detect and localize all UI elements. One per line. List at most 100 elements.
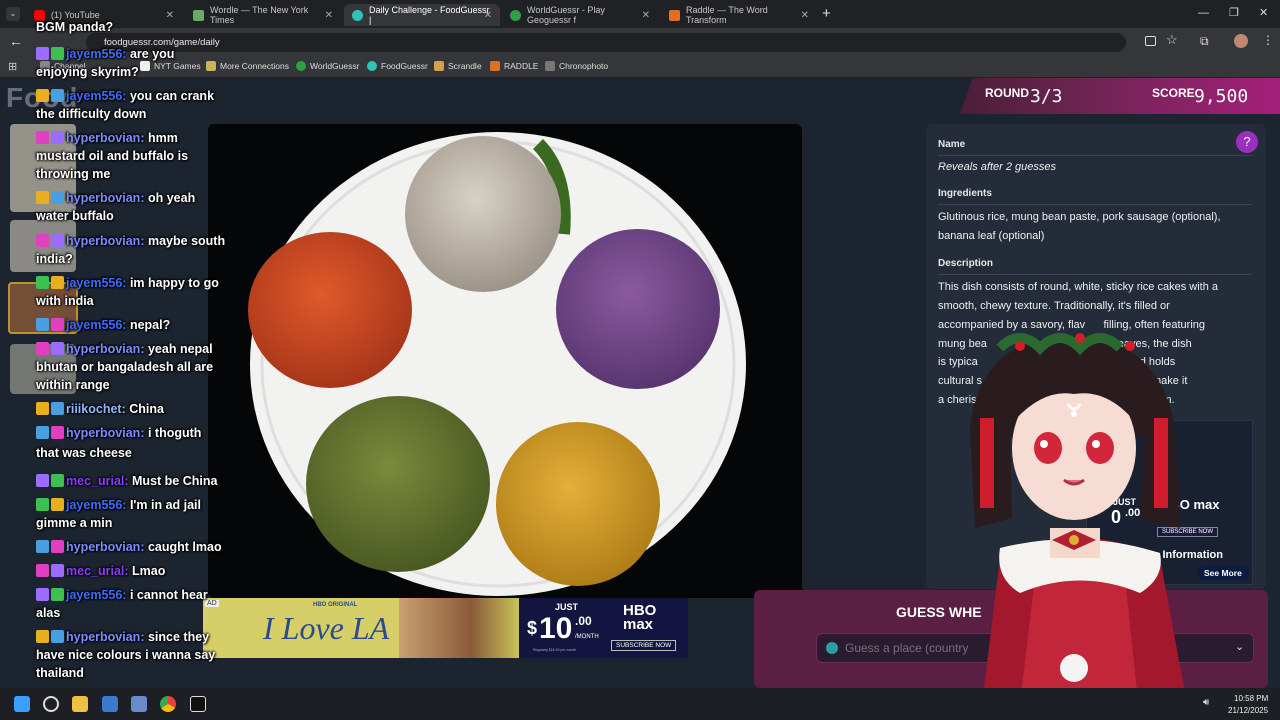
chat-username[interactable]: mec_urial: <box>66 564 129 578</box>
tab-foodguessr[interactable]: Daily Challenge - FoodGuessr | ✕ <box>344 4 500 26</box>
apps-icon[interactable]: ⊞ <box>8 60 17 73</box>
ad-bottom[interactable]: AD HBO ORIGINAL I Love LA JUST $ 10 .00 … <box>203 598 688 658</box>
help-button[interactable]: ? <box>1236 131 1258 153</box>
tab-search-icon[interactable]: ⌄ <box>6 7 20 21</box>
chat-message: gimme a min <box>36 514 112 532</box>
divider <box>938 155 1252 156</box>
chat-message: hyperbovian: since they <box>36 628 209 646</box>
vscode-icon[interactable] <box>131 696 147 712</box>
worldguessr-icon <box>510 9 521 21</box>
close-icon[interactable]: ✕ <box>801 10 809 21</box>
menu-icon[interactable]: ⋮ <box>1262 33 1274 47</box>
chat-badge-icon <box>51 131 64 144</box>
chat-message: hyperbovian: maybe south <box>36 232 225 250</box>
ad-dollar: $ <box>527 618 538 638</box>
app-icon[interactable] <box>43 696 59 712</box>
chat-username[interactable]: jayem556: <box>66 498 126 512</box>
bookmark-more-connections[interactable]: More Connections <box>206 61 289 71</box>
tab-title: Daily Challenge - FoodGuessr | <box>369 5 490 25</box>
file-explorer-icon[interactable] <box>72 696 88 712</box>
camera-icon <box>545 61 555 71</box>
score-label: SCORE <box>1152 86 1195 100</box>
close-icon[interactable]: ✕ <box>166 10 174 21</box>
chat-text: are you <box>129 47 175 61</box>
restore-button[interactable]: ❐ <box>1229 6 1239 19</box>
bookmark-foodguessr[interactable]: FoodGuessr <box>367 61 428 71</box>
chat-text: Must be China <box>132 474 218 488</box>
chat-text: enjoying skyrim? <box>36 65 139 79</box>
cast-icon[interactable] <box>1145 36 1156 46</box>
tab-raddle[interactable]: Raddle — The Word Transform ✕ <box>661 4 817 26</box>
chat-message: mec_urial: Lmao <box>36 562 165 580</box>
chat-message: jayem556: im happy to go <box>36 274 219 292</box>
chat-username[interactable]: hyperbovian: <box>66 342 145 356</box>
close-icon[interactable]: ✕ <box>642 10 650 21</box>
tab-worldguessr[interactable]: WorldGuessr - Play Geoguessr f ✕ <box>502 4 658 26</box>
chat-text: have nice colours i wanna say <box>36 648 216 662</box>
address-bar-row: ← foodguessr.com/game/daily ☆ ⧉ ⋮ <box>0 28 1280 56</box>
food-photo <box>208 124 802 598</box>
chat-badge-icon <box>51 630 64 643</box>
extensions-icon[interactable]: ⧉ <box>1200 34 1209 49</box>
chat-username[interactable]: jayem556: <box>66 89 126 103</box>
bookmark-raddle[interactable]: RADDLE <box>490 61 538 71</box>
chat-username[interactable]: mec_urial: <box>66 474 129 488</box>
description-line: This dish consists of round, white, stic… <box>938 281 1218 293</box>
ad-person-photo <box>399 598 519 658</box>
chat-badge-icon <box>51 276 64 289</box>
vtuber-avatar <box>970 333 1190 720</box>
profile-avatar[interactable] <box>1234 34 1248 48</box>
chat-username[interactable]: hyperbovian: <box>66 234 145 248</box>
chat-badge-icon <box>36 426 49 439</box>
chat-message: enjoying skyrim? <box>36 63 139 81</box>
window-close-button[interactable]: ✕ <box>1259 6 1268 19</box>
chat-username[interactable]: hyperbovian: <box>66 426 145 440</box>
chat-badge-icon <box>36 630 49 643</box>
chat-badge-icon <box>36 234 49 247</box>
bookmark-scrandle[interactable]: Scrandle <box>434 61 482 71</box>
bookmark-worldguessr[interactable]: WorldGuessr <box>296 61 359 71</box>
minimize-button[interactable]: — <box>1198 7 1209 19</box>
chat-username[interactable]: hyperbovian: <box>66 191 145 205</box>
chat-username[interactable]: jayem556: <box>66 588 126 602</box>
chat-badge-icon <box>36 318 49 331</box>
chat-text: i thoguth <box>147 426 202 440</box>
star-icon[interactable]: ☆ <box>1166 32 1178 48</box>
volume-icon[interactable]: 🔊︎ <box>1203 697 1209 708</box>
chat-username[interactable]: hyperbovian: <box>66 630 145 644</box>
capcut-icon[interactable] <box>190 696 206 712</box>
chrome-icon[interactable] <box>160 696 176 712</box>
chat-message: with india <box>36 292 94 310</box>
close-icon[interactable]: ✕ <box>325 10 333 21</box>
chat-text: hmm <box>147 131 178 145</box>
bookmark-label: Chronophoto <box>559 61 609 71</box>
photos-icon[interactable] <box>102 696 118 712</box>
ingredients-line-1: Glutinous rice, mung bean paste, pork sa… <box>938 211 1221 223</box>
chat-message: mec_urial: Must be China <box>36 472 217 490</box>
scrandle-icon <box>434 61 444 71</box>
new-tab-button[interactable]: + <box>822 5 831 22</box>
chat-username[interactable]: jayem556: <box>66 318 126 332</box>
chat-badge-icon <box>36 131 49 144</box>
chat-text: india? <box>36 252 73 266</box>
url-field[interactable]: foodguessr.com/game/daily <box>86 33 1126 52</box>
tab-wordle[interactable]: Wordle — The New York Times ✕ <box>185 4 341 26</box>
chat-text: throwing me <box>36 167 111 181</box>
chat-username[interactable]: jayem556: <box>66 47 126 61</box>
chat-username[interactable]: jayem556: <box>66 276 126 290</box>
chat-username[interactable]: hyperbovian: <box>66 540 145 554</box>
clock-date: 21/12/2025 <box>1228 706 1269 715</box>
chat-message: jayem556: I'm in ad jail <box>36 496 201 514</box>
description-heading: Description <box>938 258 994 269</box>
chat-badge-icon <box>51 498 64 511</box>
chat-username[interactable]: hyperbovian: <box>66 131 145 145</box>
windows-start-icon[interactable] <box>14 696 30 712</box>
chat-username[interactable]: riiikochet: <box>66 402 126 416</box>
chat-badge-icon <box>51 540 64 553</box>
chevron-down-icon[interactable]: ⌄ <box>1235 640 1244 653</box>
bookmark-chronophoto[interactable]: Chronophoto <box>545 61 608 71</box>
chat-badge-icon <box>51 89 64 102</box>
ad-hbo-original: HBO ORIGINAL <box>313 602 358 608</box>
back-icon[interactable]: ← <box>9 33 23 49</box>
close-icon[interactable]: ✕ <box>484 10 492 21</box>
